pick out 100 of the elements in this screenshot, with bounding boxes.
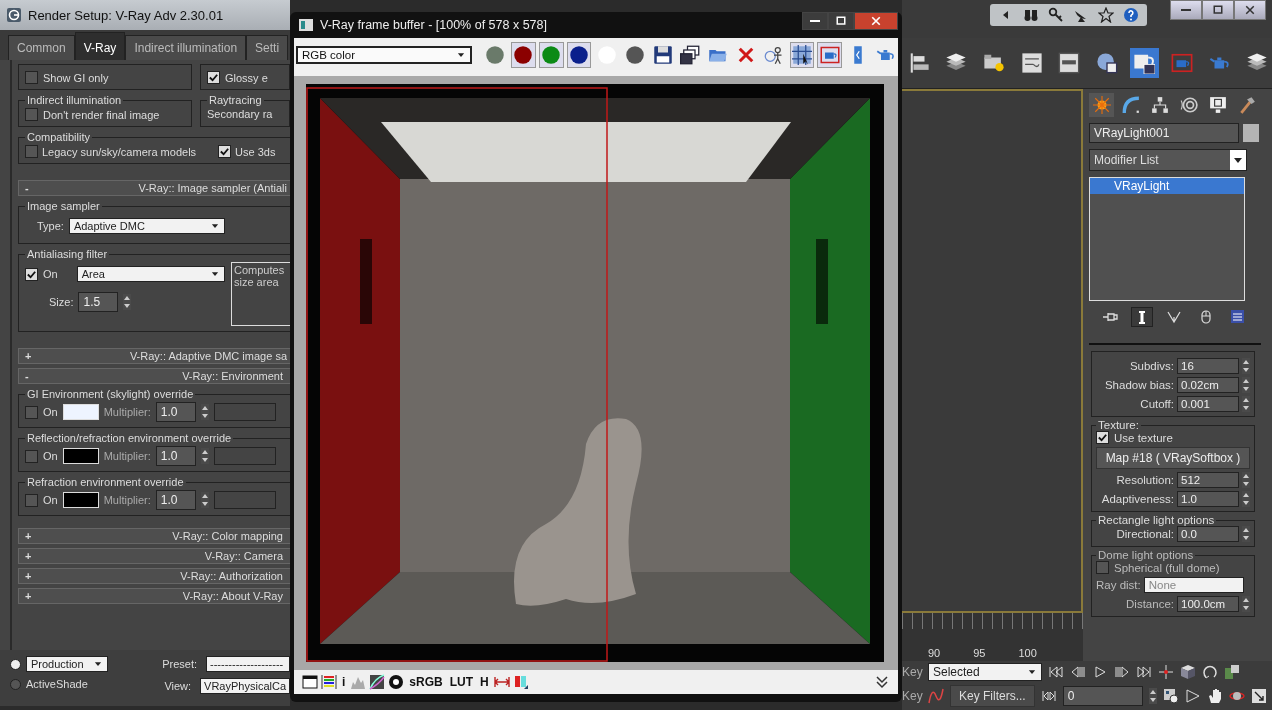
preset-field[interactable]: --------------------: [206, 656, 290, 672]
timeline-ruler[interactable]: 90 95 100: [902, 613, 1083, 661]
spinner-arrows-icon[interactable]: [200, 448, 209, 464]
close-button[interactable]: [1234, 0, 1266, 20]
close-button[interactable]: [854, 12, 898, 30]
time-config-icon[interactable]: [1162, 688, 1179, 704]
rollout-header[interactable]: + V-Ray:: Adaptive DMC image sa: [18, 348, 290, 364]
checkbox[interactable]: [25, 108, 38, 121]
rollout-toggle[interactable]: +: [25, 590, 32, 602]
curve-icon[interactable]: [928, 688, 944, 704]
rollout-toggle[interactable]: -: [25, 370, 29, 382]
channel-tool-button[interactable]: H: [478, 673, 491, 691]
rollout-toggle[interactable]: -: [25, 182, 29, 194]
checkbox[interactable]: [25, 267, 38, 281]
prev-frame-icon[interactable]: [1070, 664, 1086, 680]
size-field[interactable]: 1.5: [78, 292, 119, 312]
rollout-toggle[interactable]: +: [25, 350, 32, 362]
radio-button[interactable]: [10, 678, 21, 690]
rollout-header[interactable]: - V-Ray:: Environment: [18, 368, 290, 384]
rollout-toggle[interactable]: +: [25, 530, 32, 542]
tab[interactable]: Indirect illumination: [125, 35, 247, 60]
spinner-arrows-icon[interactable]: [1242, 596, 1250, 612]
spinner-field[interactable]: 16: [1177, 358, 1239, 374]
bar-slot-button[interactable]: [1131, 307, 1153, 327]
multiplier-field[interactable]: 1.0: [155, 402, 196, 422]
modifier-list-dropdown[interactable]: Modifier List: [1089, 149, 1247, 171]
minimize-button[interactable]: [1170, 0, 1202, 20]
checkbox[interactable]: [1096, 431, 1109, 444]
filter-dropdown[interactable]: Area: [76, 266, 225, 282]
texture-map-button[interactable]: Map #18 ( VRaySoftbox ): [1096, 447, 1250, 469]
spinner-field[interactable]: 1.0: [1177, 491, 1239, 507]
spinner-arrows-icon[interactable]: [200, 492, 209, 508]
expand-chevrons-icon[interactable]: [874, 674, 890, 690]
checkbox[interactable]: [218, 145, 232, 158]
checkbox[interactable]: [25, 493, 38, 507]
sun-burst-tab[interactable]: [1089, 93, 1114, 117]
window-icon[interactable]: [302, 674, 318, 690]
move-pivot-icon[interactable]: [1158, 664, 1174, 680]
spinner-arrows-icon[interactable]: [123, 294, 132, 310]
key-mode-dropdown[interactable]: Selected: [928, 663, 1042, 681]
minimize-button[interactable]: [802, 12, 828, 30]
spinner-arrows-icon[interactable]: [1242, 526, 1250, 542]
radio-button[interactable]: [10, 658, 21, 670]
rollout-header[interactable]: + V-Ray:: About V-Ray: [18, 588, 290, 604]
spinner-arrows-icon[interactable]: [1148, 688, 1157, 704]
arrows-horizontal-icon[interactable]: [493, 674, 510, 690]
rollout-toggle[interactable]: +: [25, 570, 32, 582]
object-color-swatch[interactable]: [1243, 124, 1259, 142]
channel-button[interactable]: [566, 42, 592, 68]
multiplier-field[interactable]: 1.0: [155, 446, 196, 466]
spinner-field[interactable]: 0.02cm: [1177, 377, 1239, 393]
ray-dist-dropdown[interactable]: None: [1143, 577, 1244, 593]
spinner-arrows-icon[interactable]: [1242, 491, 1250, 507]
spinner-field[interactable]: 100.0cm: [1177, 596, 1239, 612]
teapot-setup-button[interactable]: [1129, 48, 1160, 78]
channel-tool-button[interactable]: i: [340, 673, 348, 691]
tab[interactable]: V-Ray: [74, 32, 126, 60]
star-icon[interactable]: [1098, 7, 1114, 23]
color-bars-icon[interactable]: [321, 674, 337, 690]
spinner-arrows-icon[interactable]: [1242, 358, 1250, 374]
two-bars-icon[interactable]: [512, 674, 529, 690]
triangle-outline-icon[interactable]: [1184, 688, 1201, 704]
region-grid-button[interactable]: [789, 42, 815, 68]
cube-shaded-icon[interactable]: [1180, 664, 1196, 680]
spinner-arrows-icon[interactable]: [1242, 396, 1250, 412]
maximize-button[interactable]: [1202, 0, 1234, 20]
play-icon[interactable]: [1092, 664, 1108, 680]
go-end-icon[interactable]: [1136, 664, 1152, 680]
help-icon[interactable]: [1123, 7, 1139, 23]
color-swatch[interactable]: [62, 448, 99, 464]
spinner-arrows-icon[interactable]: [1242, 377, 1250, 393]
checkbox[interactable]: [25, 145, 38, 158]
rollout-toggle[interactable]: +: [25, 550, 32, 562]
spinner-field[interactable]: 0.001: [1177, 396, 1239, 412]
checkbox[interactable]: [25, 71, 38, 84]
orbit-icon[interactable]: [1202, 664, 1218, 680]
color-curve-icon[interactable]: [369, 674, 386, 690]
hand-icon[interactable]: [1206, 688, 1223, 704]
channel-dropdown[interactable]: RGB color: [296, 46, 472, 64]
spinner-field[interactable]: 0.0: [1177, 526, 1239, 542]
multiplier-field[interactable]: 1.0: [155, 490, 196, 510]
maximize-button[interactable]: [828, 12, 854, 30]
stack-item[interactable]: VRayLight: [1090, 178, 1244, 194]
rollout-header[interactable]: + V-Ray:: Authorization: [18, 568, 290, 584]
view-field[interactable]: VRayPhysicalCa: [200, 678, 290, 694]
checkbox[interactable]: [25, 405, 38, 419]
channel-button[interactable]: [510, 42, 536, 68]
tab[interactable]: Setti: [246, 35, 289, 60]
color-swatch[interactable]: [62, 404, 99, 420]
go-start-icon[interactable]: [1048, 664, 1064, 680]
frame-field[interactable]: 0: [1062, 686, 1143, 706]
key-mode-toggle-icon[interactable]: [1040, 688, 1057, 704]
maximize-corner-icon[interactable]: [1250, 688, 1267, 704]
key-icon[interactable]: [1048, 7, 1064, 23]
next-frame-icon[interactable]: [1114, 664, 1130, 680]
sampler-type-dropdown[interactable]: Adaptive DMC: [68, 218, 225, 234]
render-mode-dropdown[interactable]: Production: [26, 656, 108, 672]
rollout-header[interactable]: - V-Ray:: Image sampler (Antiali: [18, 180, 290, 196]
checkbox[interactable]: [25, 449, 38, 463]
tab[interactable]: Common: [8, 35, 75, 60]
